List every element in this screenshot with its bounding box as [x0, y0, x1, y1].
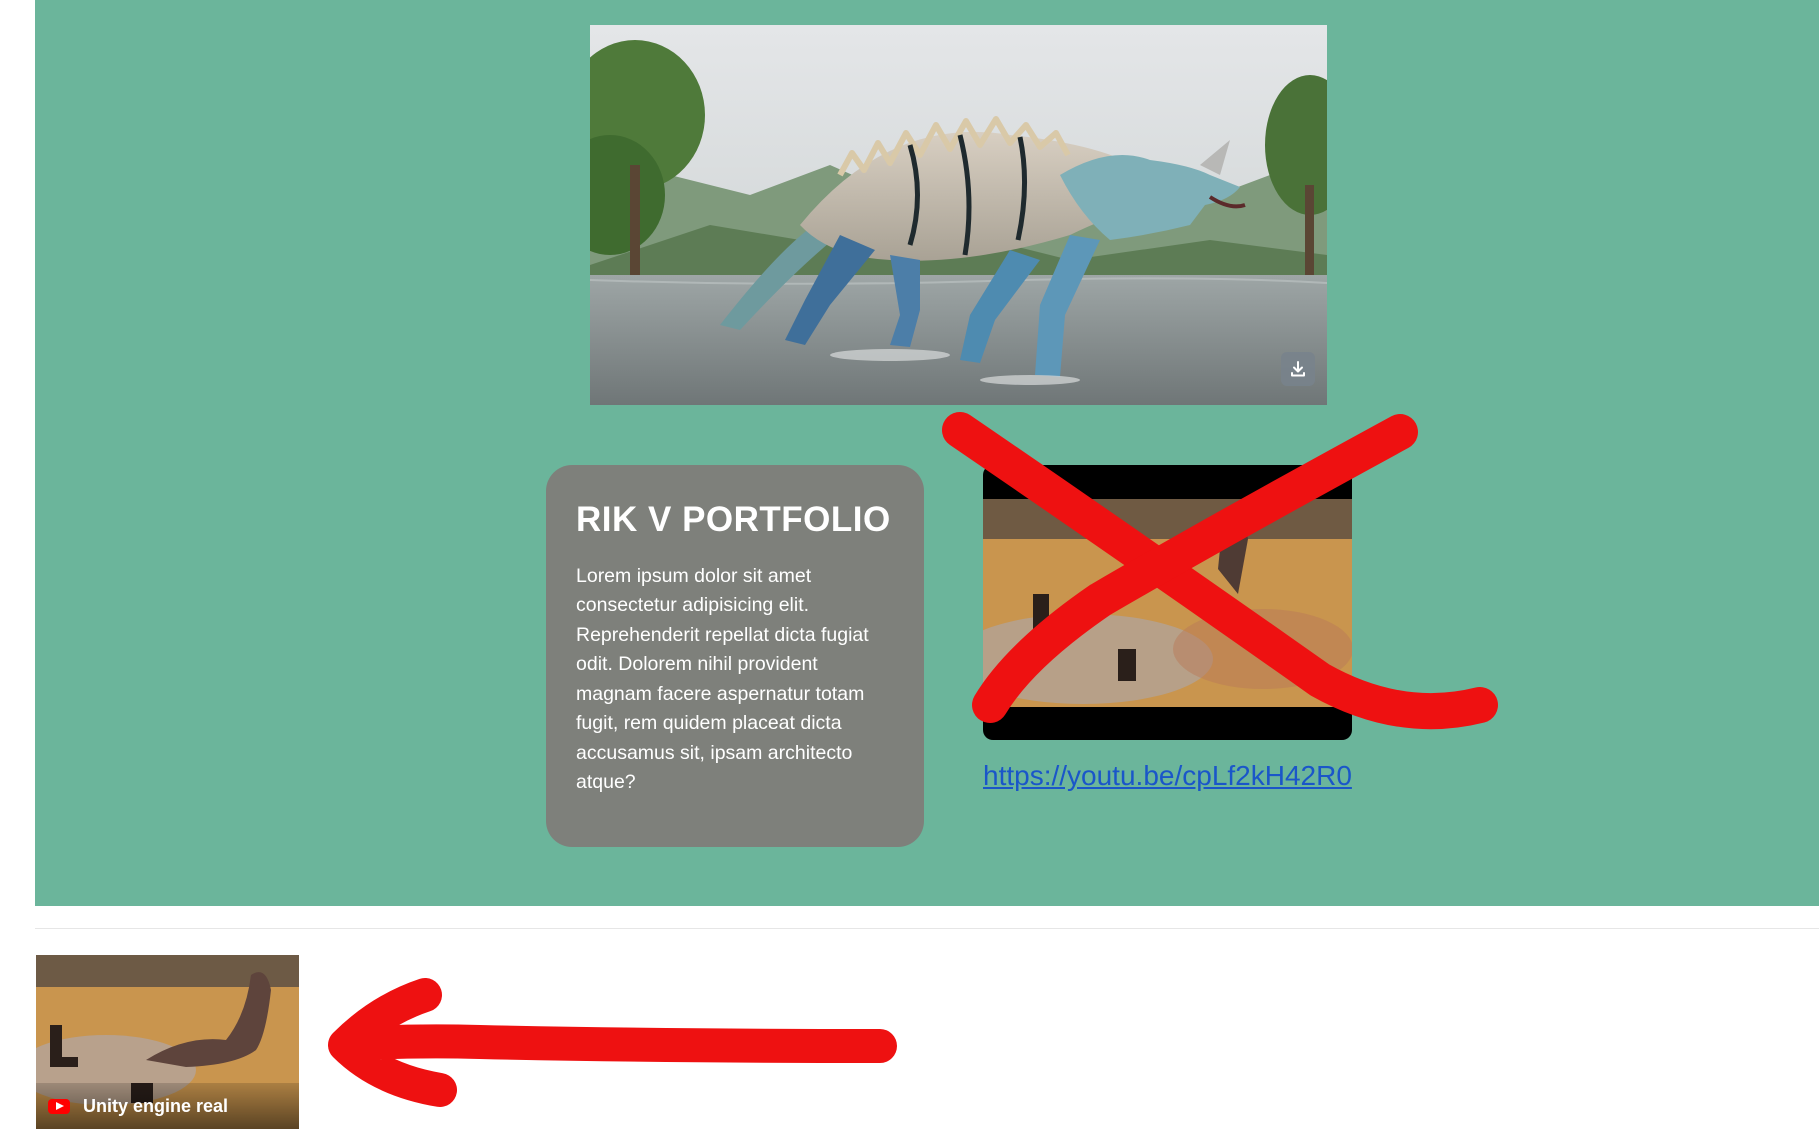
red-arrow-left	[328, 978, 897, 1107]
video-thumbnail[interactable]	[983, 465, 1352, 740]
dinosaur-image	[590, 25, 1327, 405]
download-button[interactable]	[1281, 352, 1315, 386]
mini-video-caption: Unity engine real	[36, 1083, 299, 1129]
section-divider	[35, 928, 1819, 929]
mini-video-thumbnail[interactable]: Unity engine real	[36, 955, 299, 1129]
portfolio-card: RIK V PORTFOLIO Lorem ipsum dolor sit am…	[546, 465, 924, 847]
youtube-icon	[48, 1098, 70, 1114]
portfolio-description: Lorem ipsum dolor sit amet consectetur a…	[576, 564, 869, 794]
portfolio-title: RIK V PORTFOLIO	[576, 500, 891, 539]
page: RIK V PORTFOLIO Lorem ipsum dolor sit am…	[0, 0, 1819, 1142]
mini-video-title: Unity engine real	[83, 1095, 229, 1116]
download-icon	[1291, 361, 1305, 377]
youtube-link[interactable]: https://youtu.be/cpLf2kH42R0	[983, 760, 1352, 792]
